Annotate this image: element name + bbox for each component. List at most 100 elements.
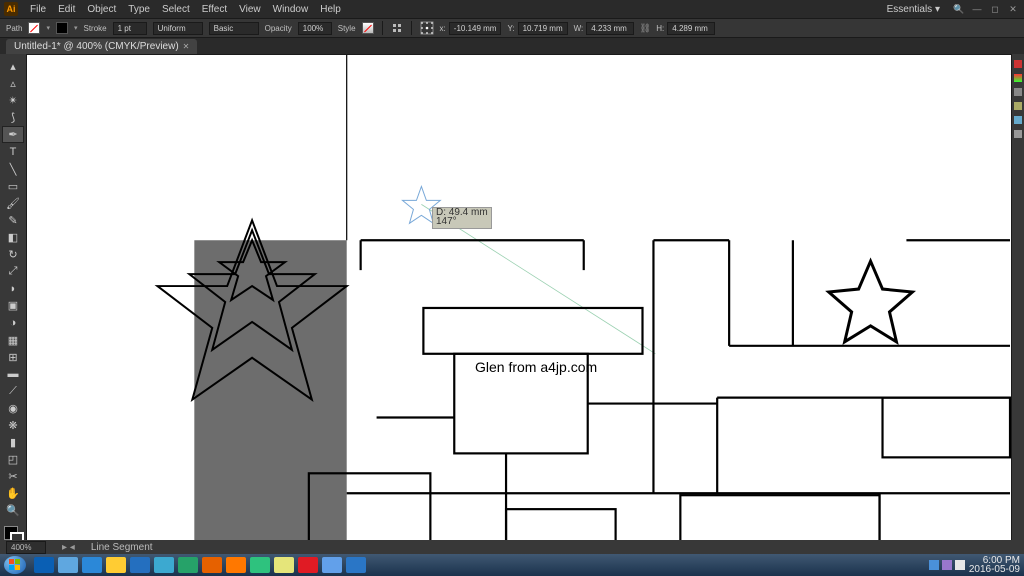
direct-selection-tool[interactable]: ▵ xyxy=(2,75,24,92)
y-position-input[interactable]: 10.719 mm xyxy=(518,22,568,35)
gradient-tool[interactable]: ▬ xyxy=(2,366,24,383)
type-tool[interactable]: T xyxy=(2,143,24,160)
transform-anchor[interactable] xyxy=(420,21,434,35)
tray-sound-icon[interactable] xyxy=(942,560,952,570)
eraser-tool[interactable]: ◧ xyxy=(2,229,24,246)
shape-builder-tool[interactable]: ◑ xyxy=(2,314,24,331)
taskbar-app-1[interactable] xyxy=(58,557,78,573)
scale-tool[interactable]: ⤢ xyxy=(2,263,24,280)
menu-help[interactable]: Help xyxy=(314,4,347,15)
hand-tool[interactable]: ✋ xyxy=(2,485,24,502)
menu-type[interactable]: Type xyxy=(122,4,156,15)
height-input[interactable]: 4.289 mm xyxy=(667,22,715,35)
line-segment-tool[interactable]: ╲ xyxy=(2,161,24,178)
selection-type: Path xyxy=(6,24,22,33)
panel-brushes-icon[interactable] xyxy=(1014,102,1022,110)
rotate-tool[interactable]: ↻ xyxy=(2,246,24,263)
panel-color-icon[interactable] xyxy=(1014,60,1022,68)
windows-taskbar: 6:00 PM 2016-05-09 xyxy=(0,554,1024,576)
opacity-label: Opacity xyxy=(265,24,292,33)
free-transform-tool[interactable]: ▣ xyxy=(2,297,24,314)
width-input[interactable]: 4.233 mm xyxy=(586,22,634,35)
zoom-tool[interactable]: 🔍 xyxy=(2,502,24,519)
panel-stroke-icon[interactable] xyxy=(1014,88,1022,96)
menu-file[interactable]: File xyxy=(24,4,52,15)
artwork xyxy=(27,55,1011,547)
taskbar-app-5[interactable] xyxy=(154,557,174,573)
slice-tool[interactable]: ✂ xyxy=(2,468,24,485)
minimize-button[interactable]: — xyxy=(970,3,984,15)
status-bar: 400% ▸ ◂ Line Segment xyxy=(0,540,1024,554)
stroke-weight-input[interactable]: 1 pt xyxy=(113,22,147,35)
mesh-tool[interactable]: ⊞ xyxy=(2,349,24,366)
blend-tool[interactable]: ◉ xyxy=(2,400,24,417)
stroke-swatch[interactable] xyxy=(56,22,68,34)
eyedropper-tool[interactable]: ⟋ xyxy=(2,383,24,400)
taskbar-app-4[interactable] xyxy=(130,557,150,573)
close-button[interactable]: ✕ xyxy=(1006,3,1020,15)
right-panel-dock xyxy=(1012,54,1024,548)
start-button[interactable] xyxy=(4,556,26,574)
current-tool-status: Line Segment xyxy=(91,542,153,553)
menu-object[interactable]: Object xyxy=(81,4,122,15)
taskbar-app-8[interactable] xyxy=(226,557,246,573)
magic-wand-tool[interactable]: ✴ xyxy=(2,92,24,109)
taskbar-app-2[interactable] xyxy=(82,557,102,573)
pen-tool[interactable]: ✒ xyxy=(2,126,24,143)
rectangle-tool[interactable]: ▭ xyxy=(2,178,24,195)
document-tab[interactable]: Untitled-1* @ 400% (CMYK/Preview) ✕ xyxy=(6,39,197,54)
selection-tool[interactable]: ▴ xyxy=(2,58,24,75)
close-tab-icon[interactable]: ✕ xyxy=(183,42,190,51)
panel-layers-icon[interactable] xyxy=(1014,116,1022,124)
fill-swatch[interactable] xyxy=(28,22,40,34)
pencil-tool[interactable]: ✎ xyxy=(2,212,24,229)
taskbar-app-0[interactable] xyxy=(34,557,54,573)
system-tray[interactable]: 6:00 PM 2016-05-09 xyxy=(929,556,1020,574)
align-icon[interactable] xyxy=(391,22,403,34)
width-tool[interactable]: ◗ xyxy=(2,280,24,297)
symbol-sprayer-tool[interactable]: ❋ xyxy=(2,417,24,434)
opacity-input[interactable]: 100% xyxy=(298,22,332,35)
maximize-button[interactable]: ◻ xyxy=(988,3,1002,15)
menu-window[interactable]: Window xyxy=(267,4,315,15)
link-dimensions-icon[interactable]: ⛓ xyxy=(640,21,650,35)
column-graph-tool[interactable]: ▮ xyxy=(2,434,24,451)
taskbar-app-12[interactable] xyxy=(322,557,342,573)
brush-definition[interactable]: Basic xyxy=(209,22,259,35)
control-bar: Path ▾ ▾ Stroke 1 pt Uniform Basic Opaci… xyxy=(0,18,1024,38)
tray-flag-icon[interactable] xyxy=(955,560,965,570)
variable-width-profile[interactable]: Uniform xyxy=(153,22,203,35)
tools-panel: ▴ ▵ ✴ ⟆ ✒ T ╲ ▭ 🖌 ✎ ◧ ↻ ⤢ ◗ ▣ ◑ ▦ ⊞ ▬ ⟋ … xyxy=(0,54,26,548)
menu-view[interactable]: View xyxy=(233,4,267,15)
clock[interactable]: 6:00 PM 2016-05-09 xyxy=(969,556,1020,574)
search-icon[interactable]: 🔍 xyxy=(952,3,966,15)
taskbar-app-6[interactable] xyxy=(178,557,198,573)
workspace: ▴ ▵ ✴ ⟆ ✒ T ╲ ▭ 🖌 ✎ ◧ ↻ ⤢ ◗ ▣ ◑ ▦ ⊞ ▬ ⟋ … xyxy=(0,54,1024,548)
taskbar-app-3[interactable] xyxy=(106,557,126,573)
panel-swatches-icon[interactable] xyxy=(1014,74,1022,82)
menu-effect[interactable]: Effect xyxy=(196,4,233,15)
menu-edit[interactable]: Edit xyxy=(52,4,81,15)
style-label: Style xyxy=(338,24,356,33)
taskbar-app-7[interactable] xyxy=(202,557,222,573)
workspace-switcher[interactable]: Essentials ▾ xyxy=(887,4,940,15)
taskbar-app-9[interactable] xyxy=(250,557,270,573)
graphic-style[interactable] xyxy=(362,22,374,34)
illustrator-logo-icon: Ai xyxy=(4,2,18,16)
canvas[interactable]: D: 49.4 mm 147° Glen from a4jp.com xyxy=(26,54,1012,548)
taskbar-app-13[interactable] xyxy=(346,557,366,573)
menu-bar: Ai File Edit Object Type Select Effect V… xyxy=(0,0,1024,18)
perspective-grid-tool[interactable]: ▦ xyxy=(2,332,24,349)
taskbar-app-10[interactable] xyxy=(274,557,294,573)
x-position-input[interactable]: -10.149 mm xyxy=(449,22,502,35)
paintbrush-tool[interactable]: 🖌 xyxy=(2,195,24,212)
artboard-tool[interactable]: ◰ xyxy=(2,451,24,468)
credit-text: Glen from a4jp.com xyxy=(475,359,597,375)
menu-select[interactable]: Select xyxy=(156,4,196,15)
taskbar-app-11[interactable] xyxy=(298,557,318,573)
panel-appearance-icon[interactable] xyxy=(1014,130,1022,138)
zoom-level[interactable]: 400% xyxy=(6,541,46,554)
lasso-tool[interactable]: ⟆ xyxy=(2,109,24,126)
document-tabs: Untitled-1* @ 400% (CMYK/Preview) ✕ xyxy=(0,38,1024,54)
tray-network-icon[interactable] xyxy=(929,560,939,570)
